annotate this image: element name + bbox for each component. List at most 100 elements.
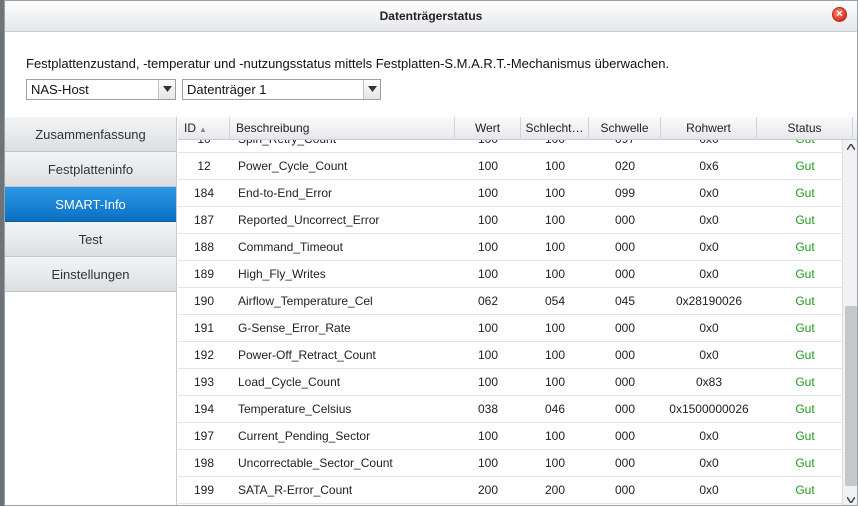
cell-worst: 100: [544, 429, 566, 443]
column-header-worst[interactable]: Schlecht…: [521, 117, 589, 140]
host-select-arrow[interactable]: [158, 80, 175, 99]
cell-worst: 100: [544, 159, 566, 173]
scroll-up-icon[interactable]: [847, 144, 855, 150]
table-row[interactable]: 191 G-Sense_Error_Rate 100 100 000 0x0 Gut: [178, 315, 842, 342]
cell-worst: 100: [544, 348, 566, 362]
column-header-id[interactable]: ID ▲: [178, 117, 230, 140]
cell-raw: 0x0: [699, 348, 719, 362]
cell-threshold: 000: [614, 321, 636, 335]
table-row[interactable]: 199 SATA_R-Error_Count 200 200 000 0x0 Gut: [178, 477, 842, 504]
disk-select[interactable]: Datenträger 1: [182, 79, 381, 100]
host-select[interactable]: NAS-Host: [26, 79, 176, 100]
window-title: Datenträgerstatus: [379, 9, 483, 23]
cell-worst: 046: [544, 402, 566, 416]
table-row[interactable]: 193 Load_Cycle_Count 100 100 000 0x83 Gut: [178, 369, 842, 396]
cell-raw: 0x28190026: [675, 294, 743, 308]
cell-description: Reported_Uncorrect_Error: [238, 213, 380, 227]
cell-status: Gut: [795, 213, 815, 227]
cell-threshold: 045: [614, 294, 636, 308]
table-row[interactable]: 189 High_Fly_Writes 100 100 000 0x0 Gut: [178, 261, 842, 288]
disk-status-window: Datenträgerstatus × Festplattenzustand, …: [4, 0, 858, 506]
disk-select-value: Datenträger 1: [187, 82, 267, 97]
column-header-description[interactable]: Beschreibung: [230, 117, 455, 140]
table-row[interactable]: 192 Power-Off_Retract_Count 100 100 000 0x0 Gu…: [178, 342, 842, 369]
table-row[interactable]: 190 Airflow_Temperature_Cel 062 054 045 0x281…: [178, 288, 842, 315]
table-row[interactable]: 188 Command_Timeout 100 100 000 0x0 Gut: [178, 234, 842, 261]
cell-id: 189: [193, 267, 215, 281]
table-row[interactable]: 187 Reported_Uncorrect_Error 100 100 000 0x0 G…: [178, 207, 842, 234]
smart-table: ID ▲ Beschreibung Wert Schlecht… Schwelle…: [178, 117, 857, 505]
cell-raw: 0x0: [699, 213, 719, 227]
cell-id: 190: [193, 294, 215, 308]
scroll-down-icon[interactable]: [847, 497, 855, 503]
cell-worst: 100: [544, 240, 566, 254]
cell-description: Power-Off_Retract_Count: [238, 348, 376, 362]
cell-description: Command_Timeout: [238, 240, 343, 254]
table-body[interactable]: 10Spin_Retry_Count1001000970x0Gut12Power…: [178, 140, 842, 505]
cell-status: Gut: [757, 140, 842, 153]
cell-status: Gut: [795, 456, 815, 470]
cell-threshold: 099: [614, 186, 636, 200]
cell-value: 100: [477, 240, 499, 254]
cell-threshold: 000: [614, 213, 636, 227]
cell-description: Airflow_Temperature_Cel: [238, 294, 373, 308]
sidebar-item-summary[interactable]: Zusammenfassung: [5, 117, 176, 152]
column-header-threshold[interactable]: Schwelle: [589, 117, 661, 140]
cell-threshold: 000: [614, 429, 636, 443]
sidebar-item-smart-info[interactable]: SMART-Info: [5, 187, 176, 222]
cell-description: Temperature_Celsius: [238, 402, 352, 416]
cell-description: SATA_R-Error_Count: [238, 483, 353, 497]
title-bar: Datenträgerstatus ×: [5, 1, 857, 32]
cell-worst: 100: [521, 140, 589, 153]
sidebar: Zusammenfassung Festplatteninfo SMART-In…: [5, 117, 177, 505]
cell-value: 100: [477, 321, 499, 335]
disk-select-arrow[interactable]: [363, 80, 380, 99]
sidebar-item-test[interactable]: Test: [5, 222, 176, 257]
cell-value: 062: [477, 294, 499, 308]
close-icon[interactable]: ×: [832, 7, 847, 22]
column-header-value[interactable]: Wert: [455, 117, 521, 140]
table-rows: 10Spin_Retry_Count1001000970x0Gut12Power…: [178, 140, 842, 504]
cell-status: Gut: [795, 321, 815, 335]
chevron-down-icon: [163, 86, 172, 92]
sidebar-item-disk-info[interactable]: Festplatteninfo: [5, 152, 176, 187]
table-row[interactable]: 198 Uncorrectable_Sector_Count 100 100 000 0x…: [178, 450, 842, 477]
cell-id: 199: [193, 483, 215, 497]
cell-value: 100: [477, 159, 499, 173]
cell-worst: 100: [544, 321, 566, 335]
cell-description: High_Fly_Writes: [238, 267, 326, 281]
cell-status: Gut: [795, 348, 815, 362]
cell-threshold: 097: [589, 140, 661, 153]
cell-value: 100: [477, 456, 499, 470]
column-header-raw[interactable]: Rohwert: [661, 117, 757, 140]
cell-raw: 0x83: [695, 375, 723, 389]
cell-raw: 0x0: [699, 321, 719, 335]
cell-id: 184: [193, 186, 215, 200]
table-row[interactable]: 194 Temperature_Celsius 038 046 000 0x1500000…: [178, 396, 842, 423]
cell-description: Current_Pending_Sector: [238, 429, 371, 443]
cell-value: 200: [477, 483, 499, 497]
table-row[interactable]: 12 Power_Cycle_Count 100 100 020 0x6 Gut: [178, 153, 842, 180]
cell-value: 100: [477, 213, 499, 227]
cell-raw: 0x0: [699, 267, 719, 281]
chevron-down-icon: [368, 86, 377, 92]
vertical-scrollbar[interactable]: [842, 140, 857, 505]
cell-status: Gut: [795, 402, 815, 416]
sort-ascending-icon: ▲: [199, 125, 207, 134]
cell-id: 188: [193, 240, 215, 254]
cell-worst: 100: [544, 213, 566, 227]
table-row[interactable]: 184 End-to-End_Error 100 100 099 0x0 Gut: [178, 180, 842, 207]
cell-value: 100: [455, 140, 521, 153]
cell-value: 100: [477, 429, 499, 443]
cell-raw: 0x1500000026: [669, 402, 749, 416]
table-row[interactable]: 197 Current_Pending_Sector 100 100 000 0x0 Gut: [178, 423, 842, 450]
scrollbar-thumb[interactable]: [845, 306, 857, 486]
cell-id: 191: [193, 321, 215, 335]
cell-status: Gut: [795, 483, 815, 497]
sidebar-item-settings[interactable]: Einstellungen: [5, 257, 176, 292]
cell-threshold: 000: [614, 375, 636, 389]
table-row[interactable]: 10Spin_Retry_Count1001000970x0Gut: [178, 140, 842, 153]
cell-threshold: 000: [614, 240, 636, 254]
column-header-status[interactable]: Status: [757, 117, 853, 140]
cell-status: Gut: [795, 186, 815, 200]
